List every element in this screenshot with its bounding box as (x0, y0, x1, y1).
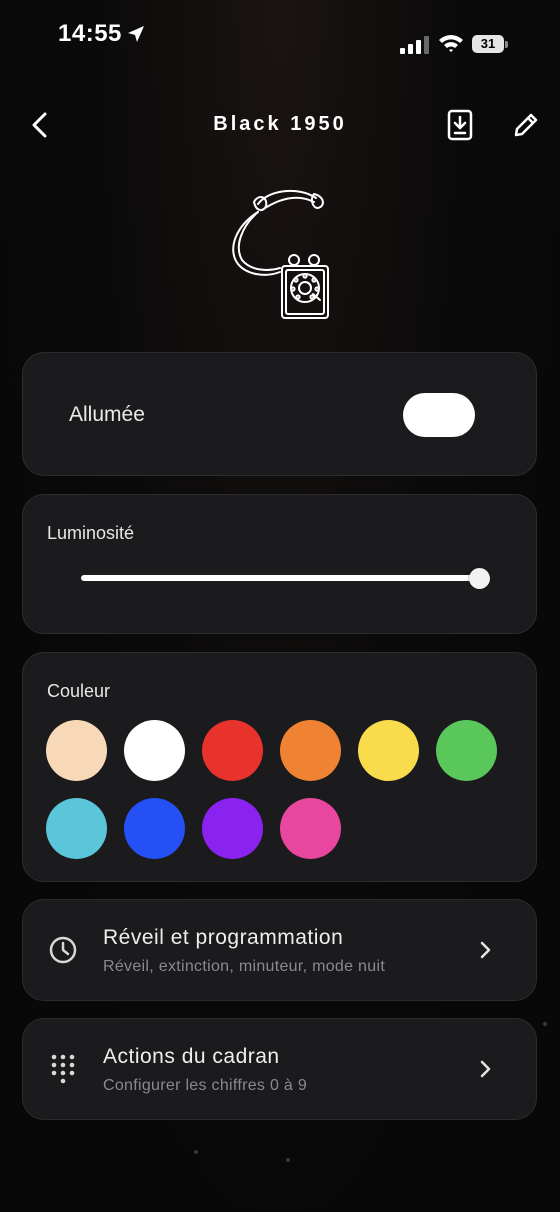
dial-actions-link-subtitle: Configurer les chiffres 0 à 9 (103, 1077, 308, 1094)
color-swatch[interactable] (124, 720, 185, 781)
brightness-slider-thumb[interactable] (469, 568, 490, 589)
schedule-link-title: Réveil et programmation (103, 926, 344, 949)
status-time: 14:55 (58, 20, 122, 47)
clock-icon (49, 936, 77, 964)
color-card: Couleur (22, 652, 537, 882)
color-swatch[interactable] (202, 798, 263, 859)
power-label: Allumée (69, 403, 145, 426)
background-speck (194, 1150, 198, 1154)
battery-icon: 31 (472, 35, 508, 55)
dial-actions-link[interactable]: Actions du cadran Configurer les chiffre… (22, 1018, 537, 1120)
color-swatch[interactable] (280, 720, 341, 781)
color-swatch[interactable] (46, 798, 107, 859)
brightness-label: Luminosité (47, 523, 135, 543)
schedule-link[interactable]: Réveil et programmation Réveil, extincti… (22, 899, 537, 1001)
brightness-card: Luminosité (22, 494, 537, 634)
cellular-signal-icon (400, 36, 429, 54)
brightness-slider-track[interactable] (81, 575, 479, 581)
nav-bar: Black 1950 (0, 100, 560, 150)
rotary-phone-illustration (232, 189, 329, 319)
location-arrow-icon (128, 26, 144, 42)
status-bar: 14:55 31 (0, 0, 560, 70)
color-swatch[interactable] (202, 720, 263, 781)
color-swatch[interactable] (436, 720, 497, 781)
battery-level: 31 (472, 35, 504, 53)
dial-pad-icon (51, 1054, 75, 1084)
schedule-link-subtitle: Réveil, extinction, minuteur, mode nuit (103, 958, 386, 975)
background-speck (543, 1022, 547, 1026)
chevron-right-icon (480, 941, 491, 959)
power-card: Allumée (22, 352, 537, 476)
page-title: Black 1950 (213, 113, 347, 135)
color-label: Couleur (47, 681, 111, 701)
dial-actions-link-title: Actions du cadran (103, 1045, 280, 1068)
chevron-right-icon (480, 1060, 491, 1078)
pencil-icon[interactable] (511, 110, 541, 140)
background-speck (286, 1158, 290, 1162)
power-toggle[interactable] (403, 393, 475, 437)
color-swatch[interactable] (46, 720, 107, 781)
color-swatch[interactable] (280, 798, 341, 859)
color-swatch[interactable] (124, 798, 185, 859)
wifi-icon (439, 35, 463, 52)
download-to-device-icon[interactable] (447, 109, 473, 141)
color-swatch[interactable] (358, 720, 419, 781)
